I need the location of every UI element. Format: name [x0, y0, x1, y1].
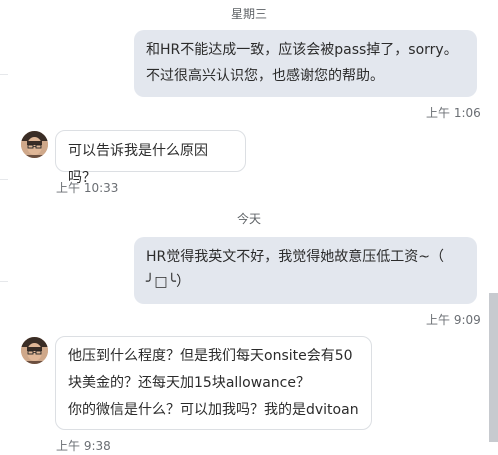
message-time: 上午 10:33: [56, 181, 119, 195]
date-separator: 今天: [236, 212, 261, 226]
chat-window: 星期三 和HR不能达成一致，应该会被pass掉了，sorry。 不过很高兴认识您…: [0, 0, 498, 455]
message-text: ╯□╰）: [146, 274, 191, 290]
outgoing-message[interactable]: 和HR不能达成一致，应该会被pass掉了，sorry。 不过很高兴认识您，也感谢…: [134, 30, 477, 97]
outgoing-message[interactable]: HR觉得我英文不好，我觉得她故意压低工资~（ ╯□╰）: [134, 237, 477, 304]
contact-avatar-icon: [21, 131, 48, 158]
message-time: 上午 9:09: [426, 313, 481, 327]
message-text: HR觉得我英文不好，我觉得她故意压低工资~（: [146, 249, 444, 265]
divider: [0, 281, 8, 282]
contact-avatar[interactable]: [21, 337, 48, 364]
contact-avatar[interactable]: [21, 131, 48, 158]
scrollbar-track[interactable]: [489, 0, 498, 455]
message-text: 不过很高兴认识您，也感谢您的帮助。: [146, 68, 384, 84]
date-separator: 星期三: [230, 7, 267, 21]
message-time: 上午 1:06: [426, 106, 481, 120]
message-time: 上午 9:38: [56, 439, 111, 453]
divider: [0, 179, 8, 180]
message-text: 你的微信是什么？可以加我吗？我的是dvitoan: [68, 402, 359, 418]
contact-avatar-icon: [21, 337, 48, 364]
divider: [0, 74, 8, 75]
message-text: 块美金的？还每天加15块allowance？: [68, 375, 310, 391]
message-text: 他压到什么程度？但是我们每天onsite会有50: [68, 348, 353, 364]
incoming-message[interactable]: 可以告诉我是什么原因吗？: [55, 130, 246, 186]
incoming-message[interactable]: 他压到什么程度？但是我们每天onsite会有50 块美金的？还每天加15块all…: [55, 336, 372, 430]
message-text: 和HR不能达成一致，应该会被pass掉了，sorry。: [146, 42, 458, 58]
scrollbar-thumb[interactable]: [489, 293, 498, 442]
